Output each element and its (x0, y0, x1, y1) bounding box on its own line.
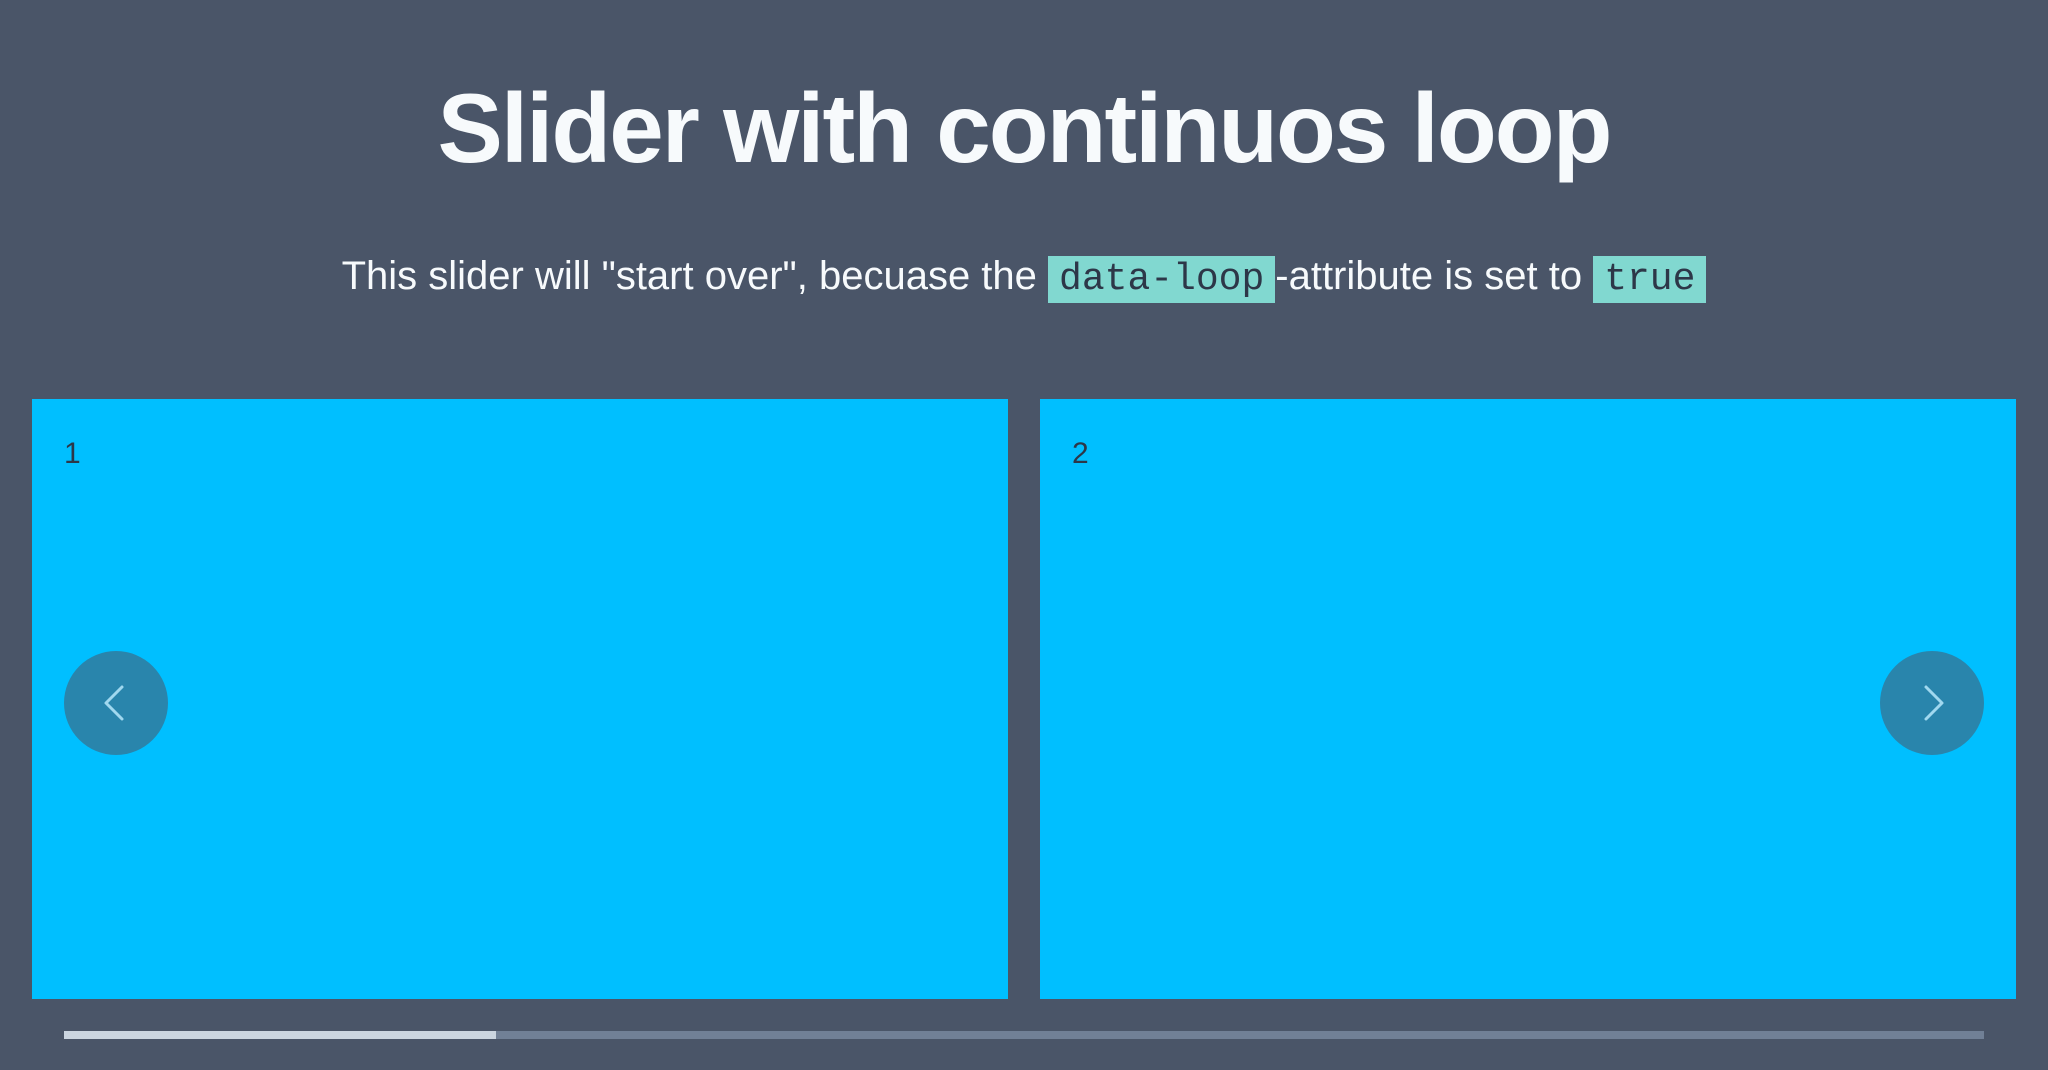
code-true: true (1593, 256, 1707, 303)
chevron-right-icon (1924, 685, 1944, 721)
description-text-start: This slider will "start over", becuase t… (341, 254, 1049, 298)
description-text-middle: -attribute is set to (1275, 254, 1594, 298)
slide-number: 1 (64, 437, 81, 470)
slider[interactable]: 1 2 (32, 399, 2017, 999)
slide-2[interactable]: 2 (1040, 399, 2016, 999)
slider-progress-fill (64, 1031, 496, 1039)
slide-number: 2 (1072, 437, 1089, 470)
description: This slider will "start over", becuase t… (0, 250, 2048, 306)
previous-slide-button[interactable] (64, 651, 168, 755)
slide-1[interactable]: 1 (32, 399, 1008, 999)
chevron-left-icon (104, 685, 124, 721)
page-title: Slider with continuos loop (437, 73, 1613, 183)
code-data-loop: data-loop (1048, 256, 1276, 303)
next-slide-button[interactable] (1880, 651, 1984, 755)
slider-progress-track (64, 1031, 1984, 1039)
